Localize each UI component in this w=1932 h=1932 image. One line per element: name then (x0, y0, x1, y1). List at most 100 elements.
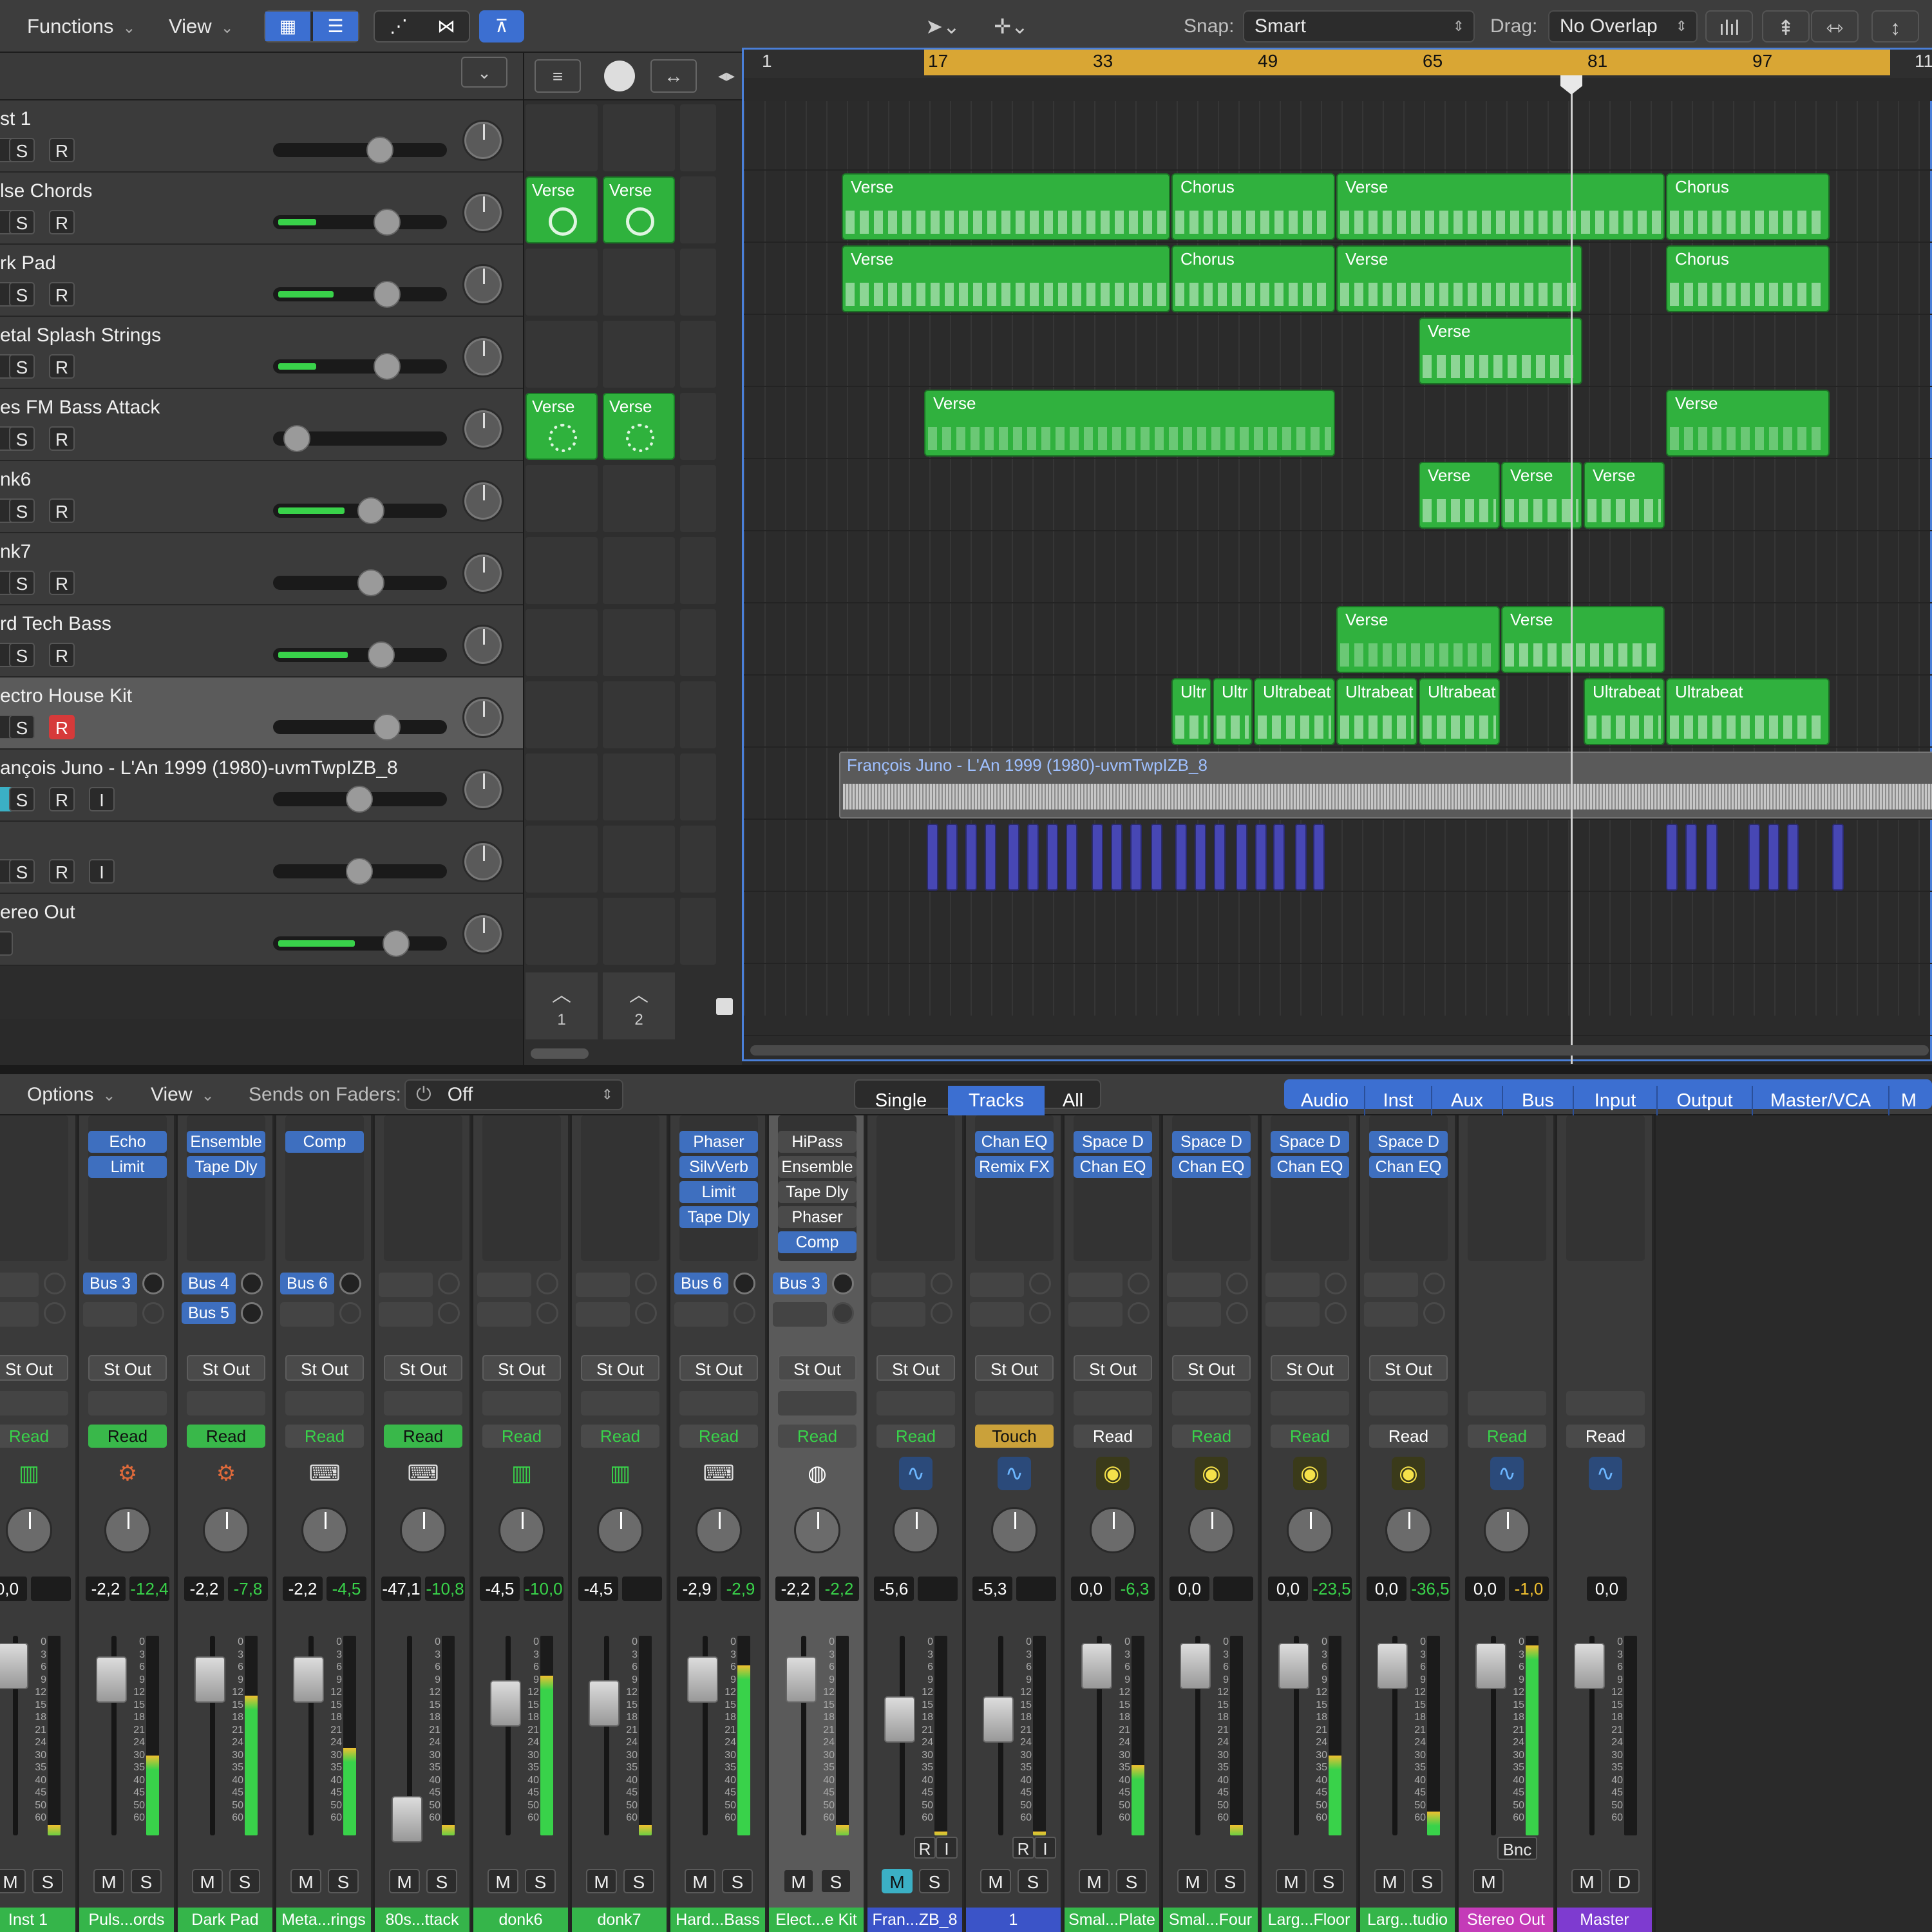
audio-slice[interactable] (1313, 824, 1325, 891)
empty-send-slot[interactable] (1167, 1302, 1221, 1327)
region[interactable]: Ultrabeat (1254, 678, 1335, 745)
tracks-view-icon[interactable]: ☰ (313, 12, 358, 41)
region[interactable]: Chorus (1171, 173, 1335, 240)
empty-send-slot[interactable] (1364, 1302, 1418, 1327)
volume-slider[interactable] (273, 353, 447, 380)
send-slot[interactable]: Bus 5 (182, 1302, 236, 1324)
empty-cell[interactable] (526, 609, 598, 676)
output-slot[interactable]: St Out (1369, 1355, 1448, 1381)
record-button[interactable]: R (49, 787, 75, 811)
solo-button[interactable]: S (1018, 1869, 1048, 1893)
volume-slider-knob[interactable] (374, 209, 401, 236)
send-level-knob[interactable] (241, 1302, 263, 1324)
plugin-slot[interactable]: Space D (1172, 1131, 1251, 1153)
region[interactable]: Verse (1419, 317, 1582, 384)
empty-cell[interactable] (680, 537, 716, 604)
solo-button[interactable]: S (1412, 1869, 1443, 1893)
output-slot[interactable]: St Out (0, 1355, 68, 1381)
solo-button[interactable]: S (9, 354, 35, 379)
pan-knob[interactable] (893, 1507, 939, 1553)
plugin-slot[interactable]: Chan EQ (975, 1131, 1054, 1153)
mute-button[interactable]: M (1276, 1869, 1307, 1893)
volume-fader[interactable] (1475, 1643, 1506, 1689)
send-level-knob[interactable] (241, 1273, 263, 1294)
volume-fader[interactable] (589, 1680, 620, 1727)
volume-slider[interactable] (273, 930, 447, 957)
flex-icon[interactable]: ⋈ (422, 12, 470, 41)
plugin-slot[interactable]: SilvVerb (679, 1156, 758, 1178)
empty-send-slot[interactable] (773, 1302, 827, 1327)
volume-readout[interactable]: 0,0 (0, 1577, 27, 1601)
solo-button[interactable]: S (919, 1869, 950, 1893)
empty-send-slot[interactable] (83, 1302, 137, 1327)
region[interactable]: Ultrabeat (1419, 678, 1500, 745)
channel-name[interactable]: donk6 (473, 1908, 568, 1932)
pan-knob[interactable] (1090, 1507, 1136, 1553)
audio-region[interactable]: François Juno - L'An 1999 (1980)-uvmTwpI… (839, 752, 1932, 819)
automation-mode[interactable]: Read (88, 1425, 167, 1448)
horizontal-zoom-icon[interactable]: ⇿ (1811, 10, 1859, 43)
record-button[interactable]: R (49, 715, 75, 739)
track-header[interactable]: ereo Out (0, 894, 523, 966)
empty-send-slot[interactable] (0, 1302, 39, 1327)
empty-send-slot[interactable] (674, 1302, 728, 1327)
track-header[interactable]: rd Tech Bass S R (0, 605, 523, 677)
filter-master-vca[interactable]: Master/VCA (1753, 1086, 1889, 1115)
send-slot[interactable]: Bus 3 (773, 1273, 827, 1294)
volume-slider[interactable] (273, 497, 447, 524)
audio-slice[interactable] (1748, 824, 1760, 891)
quantize-icon[interactable] (604, 61, 635, 91)
send-slot[interactable]: Bus 6 (280, 1273, 334, 1294)
volume-readout[interactable]: 0,0 (1268, 1577, 1308, 1601)
group-slot[interactable] (1369, 1391, 1448, 1416)
record-button[interactable]: R (1012, 1837, 1034, 1859)
empty-cell[interactable] (680, 826, 716, 893)
empty-cell[interactable] (680, 393, 716, 460)
pan-knob[interactable] (462, 697, 504, 738)
plugin-slot[interactable]: Ensemble (778, 1156, 857, 1178)
mute-button[interactable]: M (290, 1869, 321, 1893)
plugin-slot[interactable]: Remix FX (975, 1156, 1054, 1178)
empty-send-slot[interactable] (1068, 1273, 1122, 1297)
volume-readout[interactable]: -2,2 (283, 1577, 323, 1601)
volume-readout[interactable]: -2,2 (775, 1577, 815, 1601)
pan-knob[interactable] (400, 1507, 446, 1553)
group-slot[interactable] (679, 1391, 758, 1416)
volume-slider-knob[interactable] (346, 858, 373, 885)
group-slot[interactable] (1172, 1391, 1251, 1416)
grid-view-icon[interactable]: ▦ (265, 12, 310, 41)
volume-readout[interactable]: 0,0 (1367, 1577, 1406, 1601)
scene-trigger-2[interactable]: ︿ 2 (603, 972, 675, 1039)
mute-button[interactable]: M (1079, 1869, 1110, 1893)
region[interactable]: Ultrabeat (1336, 678, 1417, 745)
volume-fader[interactable] (96, 1656, 127, 1703)
region[interactable]: Verse (1666, 390, 1830, 457)
plugin-slot[interactable]: Limit (88, 1156, 167, 1178)
volume-slider-knob[interactable] (366, 137, 393, 164)
automation-mode[interactable]: Read (778, 1425, 857, 1448)
audio-slice[interactable] (1787, 824, 1799, 891)
dim-button[interactable]: D (1609, 1869, 1640, 1893)
group-slot[interactable] (876, 1391, 955, 1416)
channel-name[interactable]: Fran...ZB_8 (867, 1908, 962, 1932)
empty-cell[interactable] (680, 681, 716, 748)
solo-button[interactable]: S (9, 859, 35, 884)
empty-cell[interactable] (526, 249, 598, 316)
empty-cell[interactable] (526, 537, 598, 604)
output-slot[interactable]: St Out (778, 1355, 857, 1381)
volume-fader[interactable] (1081, 1643, 1112, 1689)
live-clip[interactable]: Verse (526, 176, 598, 243)
empty-send-slot[interactable] (576, 1273, 630, 1297)
group-slot[interactable] (0, 1391, 68, 1416)
region[interactable]: Chorus (1171, 245, 1335, 312)
pan-knob[interactable] (991, 1507, 1037, 1553)
channel-name[interactable]: Inst 1 (0, 1908, 75, 1932)
audio-slice[interactable] (1768, 824, 1779, 891)
send-level-knob[interactable] (142, 1273, 164, 1294)
plugin-slot[interactable]: Chan EQ (1172, 1156, 1251, 1178)
audio-slice[interactable] (1666, 824, 1678, 891)
plugin-slot[interactable]: Space D (1074, 1131, 1152, 1153)
pan-knob[interactable] (462, 841, 504, 882)
solo-button[interactable]: S (9, 715, 35, 739)
audio-slice[interactable] (1685, 824, 1697, 891)
